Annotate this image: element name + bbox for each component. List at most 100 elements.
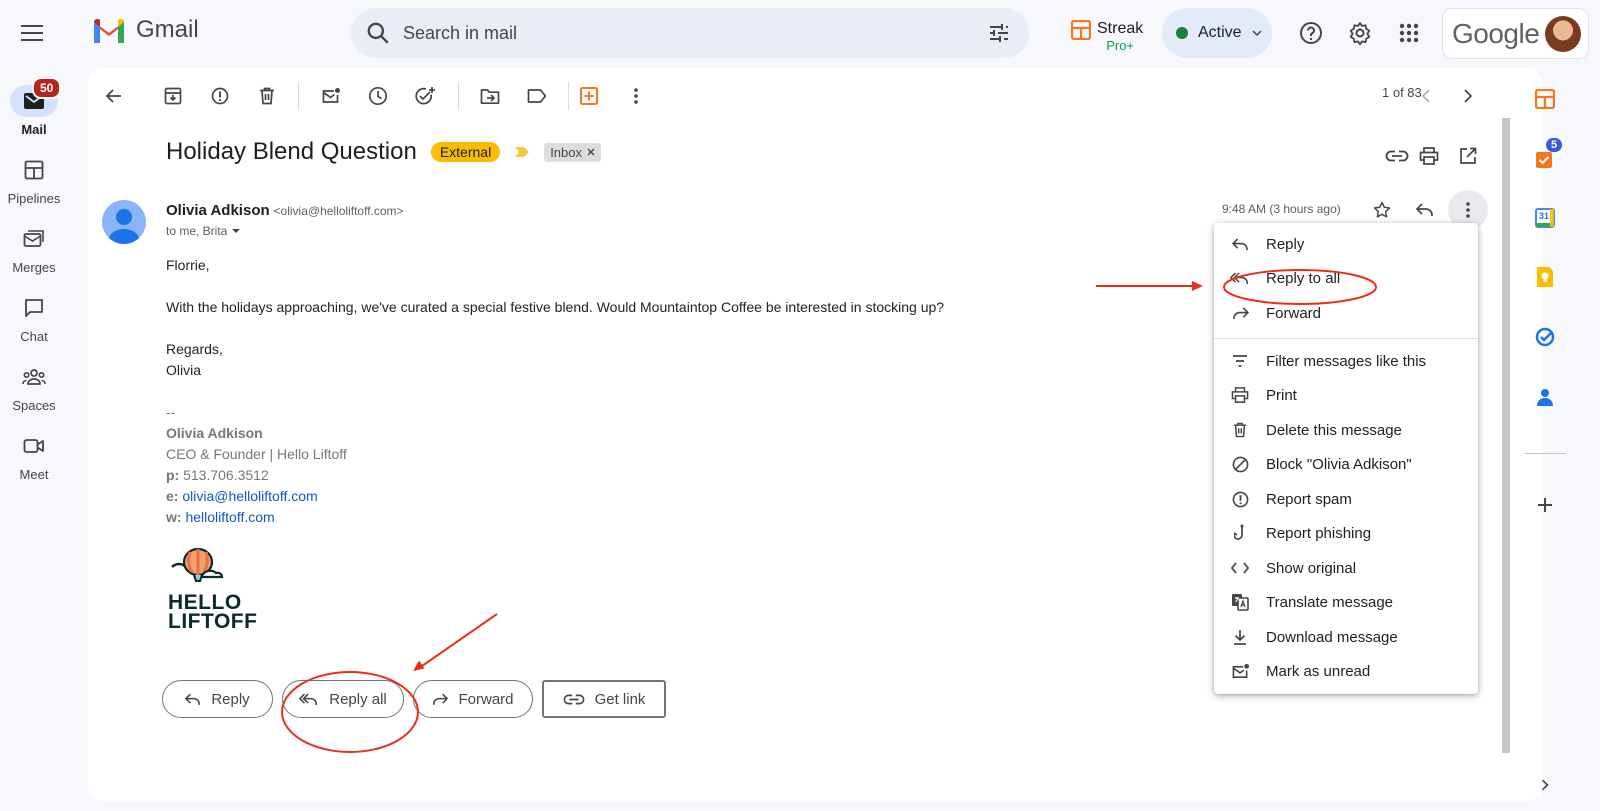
search-input[interactable] <box>403 22 963 44</box>
nav-item-spaces[interactable]: Spaces <box>0 361 68 413</box>
signature-name: Olivia Adkison <box>166 425 263 441</box>
tasks-rail-button[interactable]: 5 <box>1530 138 1563 174</box>
get-addons-button[interactable] <box>1530 490 1560 520</box>
nav-item-chat[interactable]: Chat <box>0 292 68 344</box>
message-body: Florrie, With the holidays approaching, … <box>166 255 944 528</box>
mark-unread-icon <box>1232 663 1249 678</box>
spaces-icon <box>22 369 46 385</box>
account-avatar[interactable] <box>1545 15 1582 52</box>
google-brand: Google <box>1452 17 1540 49</box>
report-spam-button[interactable] <box>200 76 240 116</box>
star-icon <box>1373 201 1391 218</box>
more-actions-button[interactable] <box>616 76 656 116</box>
reply-all-button[interactable]: Reply all <box>282 680 404 718</box>
nav-item-pipelines[interactable]: Pipelines <box>0 154 68 206</box>
nav-pill-meet <box>10 430 58 462</box>
menu-item-reply[interactable]: Reply <box>1214 227 1478 261</box>
menu-item-print[interactable]: Print <box>1214 378 1478 412</box>
nav-item-mail[interactable]: 50 Mail <box>0 77 68 137</box>
gmail-logo[interactable]: Gmail <box>92 16 199 44</box>
forward-label: Forward <box>458 690 514 708</box>
main-menu-button[interactable] <box>12 13 52 53</box>
link-icon <box>563 694 584 704</box>
caret-down-icon[interactable] <box>231 228 241 234</box>
mark-unread-button[interactable] <box>311 76 351 116</box>
move-to-button[interactable] <box>470 76 510 116</box>
labels-button[interactable] <box>517 76 557 116</box>
close-icon[interactable] <box>587 148 595 156</box>
expand-rail-button[interactable] <box>1530 770 1560 800</box>
top-bar: Gmail Streak Pro+ Active Google <box>0 0 1600 66</box>
menu-item-show-original[interactable]: Show original <box>1214 551 1478 585</box>
mark-unread-icon <box>322 88 340 103</box>
newer-button[interactable] <box>1406 76 1446 116</box>
nav-item-merges[interactable]: Merges <box>0 223 68 275</box>
recipients-line[interactable]: to me, Brita <box>166 224 241 238</box>
search-bar[interactable] <box>351 8 1029 58</box>
sender-name[interactable]: Olivia Adkison <box>166 202 270 219</box>
reply-icon <box>185 693 201 705</box>
spam-icon <box>1232 491 1248 507</box>
folder-move-icon <box>480 88 500 104</box>
reply-all-label: Reply all <box>329 690 387 708</box>
menu-item-filter[interactable]: Filter messages like this <box>1214 344 1478 378</box>
streak-menu[interactable]: Streak Pro+ <box>1071 20 1143 53</box>
scrollbar[interactable] <box>1502 118 1510 753</box>
trash-icon <box>1233 422 1247 438</box>
menu-item-label: Filter messages like this <box>1266 352 1427 370</box>
forward-button[interactable]: Forward <box>413 680 533 718</box>
menu-item-report-spam[interactable]: Report spam <box>1214 482 1478 516</box>
snooze-button[interactable] <box>358 76 398 116</box>
search-options-icon[interactable] <box>987 21 1011 45</box>
phishing-icon <box>1234 524 1244 540</box>
search-icon[interactable] <box>365 20 391 46</box>
reply-icon <box>1416 203 1433 216</box>
streak-add-box-button[interactable] <box>569 76 609 116</box>
settings-button[interactable] <box>1340 13 1380 53</box>
menu-item-translate[interactable]: Translate message <box>1214 585 1478 619</box>
nav-item-meet[interactable]: Meet <box>0 430 68 482</box>
toolbar-divider <box>298 82 299 110</box>
apps-button[interactable] <box>1389 13 1429 53</box>
sender-avatar[interactable] <box>102 200 146 244</box>
contacts-rail-button[interactable] <box>1530 382 1560 412</box>
keep-rail-button[interactable] <box>1530 262 1560 292</box>
hello-liftoff-wordmark: HELLO LIFTOFF <box>168 592 257 632</box>
tasks-check-rail-button[interactable] <box>1530 322 1560 352</box>
streak-icon <box>1071 20 1091 40</box>
open-in-new-icon <box>1460 147 1477 164</box>
back-button[interactable] <box>94 76 134 116</box>
chevron-right-icon <box>1542 779 1549 791</box>
menu-item-block[interactable]: Block "Olivia Adkison" <box>1214 447 1478 481</box>
add-task-button[interactable] <box>405 76 445 116</box>
get-link-button[interactable]: Get link <box>542 680 666 718</box>
signature-dashes: -- <box>166 404 176 420</box>
menu-item-forward[interactable]: Forward <box>1214 296 1478 330</box>
menu-item-label: Mark as unread <box>1266 662 1371 680</box>
tasks-badge: 5 <box>1546 138 1563 152</box>
signature-email-link[interactable]: olivia@helloliftoff.com <box>182 488 317 504</box>
menu-item-report-phishing[interactable]: Report phishing <box>1214 516 1478 550</box>
print-all-button[interactable] <box>1415 142 1443 170</box>
menu-item-mark-unread[interactable]: Mark as unread <box>1214 654 1478 688</box>
signature-web-link[interactable]: helloliftoff.com <box>185 509 274 525</box>
older-button[interactable] <box>1448 76 1488 116</box>
nav-pill-merges <box>10 223 58 255</box>
menu-item-reply-all[interactable]: Reply to all <box>1214 261 1478 295</box>
streak-icon <box>1535 89 1555 109</box>
account-switcher[interactable]: Google <box>1442 8 1589 59</box>
importance-marker-icon[interactable] <box>514 146 530 158</box>
status-selector[interactable]: Active <box>1162 8 1272 58</box>
streak-rail-button[interactable] <box>1530 84 1560 114</box>
support-button[interactable] <box>1291 13 1331 53</box>
delete-button[interactable] <box>247 76 287 116</box>
archive-button[interactable] <box>153 76 193 116</box>
open-new-window-button[interactable] <box>1454 142 1482 170</box>
reply-icon <box>1231 237 1248 250</box>
menu-item-download[interactable]: Download message <box>1214 620 1478 654</box>
reply-button[interactable]: Reply <box>162 680 273 718</box>
copy-link-button[interactable] <box>1383 142 1411 170</box>
inbox-label-chip[interactable]: Inbox <box>544 142 601 162</box>
calendar-rail-button[interactable]: 31 <box>1530 203 1560 233</box>
menu-item-delete[interactable]: Delete this message <box>1214 413 1478 447</box>
